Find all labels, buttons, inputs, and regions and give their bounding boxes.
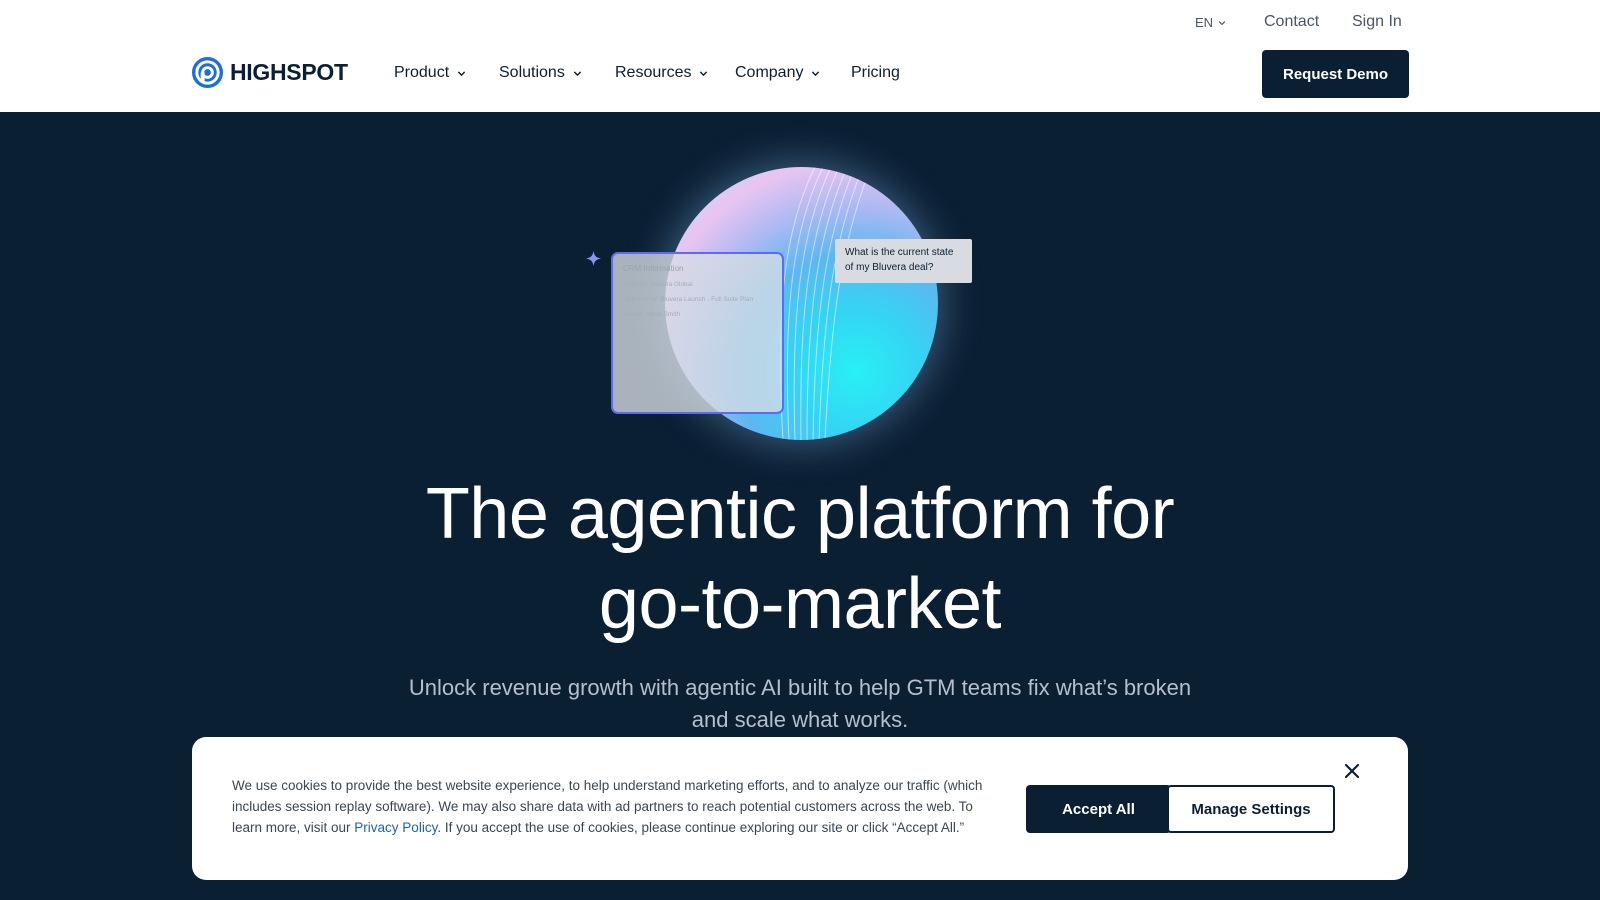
- request-demo-button[interactable]: Request Demo: [1262, 50, 1409, 98]
- hero-subtitle: Unlock revenue growth with agentic AI bu…: [408, 675, 1192, 732]
- ai-question-bubble: What is the current state of my Bluvera …: [835, 239, 972, 283]
- crm-row-owner: Owner: Alexa Smith: [623, 311, 681, 318]
- chevron-down-icon: [812, 70, 820, 76]
- nav-company[interactable]: Company: [735, 64, 820, 82]
- chevron-down-icon: [457, 70, 466, 76]
- nav-solutions[interactable]: Solutions: [499, 64, 582, 82]
- logo-text: HIGHSPOT: [230, 59, 348, 85]
- crm-row-opportunity: Opportunity: Bluvera Launch - Full Suite…: [623, 296, 754, 303]
- cookie-banner: We use cookies to provide the best websi…: [192, 737, 1408, 880]
- nav-pricing-label: Pricing: [851, 64, 900, 81]
- nav-resources[interactable]: Resources: [615, 64, 708, 82]
- language-selector[interactable]: EN: [1195, 15, 1226, 30]
- utility-bar: EN Contact Sign In: [0, 0, 1600, 46]
- manage-settings-button[interactable]: Manage Settings: [1167, 785, 1335, 833]
- privacy-policy-link[interactable]: Privacy Policy: [354, 820, 437, 835]
- accept-all-button[interactable]: Accept All: [1026, 785, 1171, 833]
- language-label: EN: [1195, 15, 1214, 30]
- close-icon[interactable]: [1344, 763, 1360, 779]
- crm-info-card: CRM Information Account: Bluvera Global …: [611, 252, 784, 414]
- crm-row-account: Account: Bluvera Global: [623, 281, 693, 288]
- nav-product-label: Product: [394, 64, 450, 81]
- nav-pricing[interactable]: Pricing: [851, 64, 900, 82]
- logo-mark-icon: [191, 56, 224, 89]
- cookie-text-part-2: . If you accept the use of cookies, plea…: [437, 820, 965, 835]
- cookie-message: We use cookies to provide the best websi…: [232, 775, 987, 838]
- hero-title-line-2: go-to-market: [598, 564, 1002, 644]
- contact-link[interactable]: Contact: [1264, 13, 1319, 31]
- crm-card-title: CRM Information: [623, 264, 684, 273]
- logo[interactable]: HIGHSPOT: [191, 56, 348, 89]
- chevron-down-icon: [700, 70, 708, 76]
- hero-title: The agentic platform for go-to-market: [0, 469, 1600, 649]
- main-nav: HIGHSPOT Product Solutions Resources Com…: [0, 46, 1600, 112]
- sparkle-icon: [585, 250, 602, 267]
- chevron-down-icon: [1218, 20, 1226, 25]
- nav-resources-label: Resources: [615, 64, 692, 81]
- chevron-down-icon: [573, 70, 581, 76]
- nav-company-label: Company: [735, 64, 804, 81]
- sign-in-link[interactable]: Sign In: [1352, 13, 1402, 31]
- nav-product[interactable]: Product: [394, 64, 466, 82]
- nav-solutions-label: Solutions: [499, 64, 565, 81]
- hero-title-line-1: The agentic platform for: [425, 474, 1175, 554]
